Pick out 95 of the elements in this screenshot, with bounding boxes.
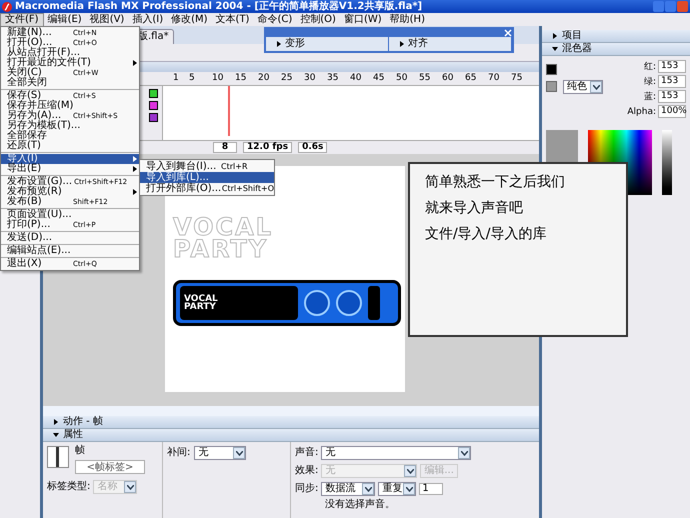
brightness-bar[interactable]: [662, 130, 672, 195]
frame-number: 55: [419, 74, 432, 83]
panel-header[interactable]: 属性: [43, 429, 539, 442]
menu-item[interactable]: 导入(I): [1, 154, 139, 164]
tween-label: 补间:: [167, 446, 190, 460]
channel-label: 红:: [644, 62, 656, 72]
frame-number: 40: [350, 74, 362, 83]
menu-title[interactable]: 窗口(W): [340, 14, 386, 26]
window-title: Macromedia Flash MX Professional 2004 - [正午的简单播放器V1.2共享版.fla*]: [15, 2, 422, 12]
menu-item[interactable]: 导入到库(L)...: [140, 172, 274, 183]
panel-header[interactable]: 对齐: [389, 37, 512, 51]
menu-item[interactable]: 发送(D)...: [1, 233, 139, 243]
sync-label: 同步:: [295, 484, 318, 494]
dropdown[interactable]: 无: [321, 446, 472, 460]
menu-title[interactable]: 编辑(E): [44, 14, 86, 26]
frame-number: 15: [235, 74, 248, 83]
menu-item[interactable]: 编辑站点(E)...: [1, 246, 139, 256]
horizontal-scrollbar[interactable]: [43, 406, 539, 416]
frame-number: 45: [373, 74, 386, 83]
fill-color-swatch[interactable]: [546, 81, 557, 92]
frame-icon: [47, 446, 69, 468]
menu-title[interactable]: 命令(C): [253, 14, 296, 26]
menu-title[interactable]: 修改(M): [167, 14, 212, 26]
menu-item[interactable]: 打开最近的文件(T): [1, 58, 139, 68]
close-icon[interactable]: [504, 29, 512, 37]
app-logo-icon: [2, 2, 12, 12]
dropdown[interactable]: 重复: [378, 482, 416, 496]
collapsed-triangle-icon: [53, 419, 59, 425]
frame-number: 65: [465, 74, 478, 83]
logo-text-drawing: VOCAL PARTY: [173, 216, 274, 260]
frame-number: 70: [488, 74, 500, 83]
menu-item[interactable]: 全部关闭: [1, 78, 139, 88]
repeat-count-field[interactable]: 1: [419, 483, 444, 495]
frame-number: 30: [304, 74, 316, 83]
menu-title[interactable]: 文本(T): [212, 14, 254, 26]
callout-text: 文件/导入/导入的库: [425, 226, 548, 242]
channel-value-field[interactable]: 100%: [658, 105, 686, 118]
label-type-label: 标签类型:: [47, 482, 90, 492]
frame-name-field[interactable]: <帧标签>: [75, 460, 145, 474]
frame-number: 75: [511, 74, 524, 83]
frame-label: 帧: [75, 446, 86, 456]
callout-text: 就来导入声音吧: [425, 200, 524, 216]
channel-label: Alpha:: [627, 106, 656, 116]
frame-number: 25: [281, 74, 294, 83]
panel-header[interactable]: 混色器: [542, 43, 690, 56]
channel-label: 绿:: [644, 76, 656, 86]
panel-header[interactable]: 项目: [542, 30, 690, 43]
frame-rate: 12.0 fps: [243, 142, 292, 153]
menu-title[interactable]: 控制(O): [296, 14, 340, 26]
frame-number: 50: [396, 74, 408, 83]
menu-title[interactable]: 视图(V): [86, 14, 128, 26]
frame-number: 60: [442, 74, 454, 83]
menu-title[interactable]: 帮助(H): [386, 14, 429, 26]
layer-outline-swatch[interactable]: [149, 101, 158, 110]
dropdown[interactable]: 无: [194, 446, 246, 460]
dropdown[interactable]: 纯色: [563, 80, 603, 94]
player-drawing: VOCAL PARTY: [173, 280, 401, 326]
frame-number: 10: [212, 74, 224, 83]
menu-item[interactable]: 另存为模板(T)...: [1, 121, 139, 131]
collapsed-triangle-icon: [399, 41, 405, 47]
current-frame: 8: [213, 142, 237, 153]
dropdown[interactable]: 数据流: [321, 482, 376, 496]
effect-label: 效果:: [295, 466, 318, 476]
menu-item[interactable]: 从站点打开(F)...: [1, 48, 139, 58]
menu-item[interactable]: 保存并压缩(M): [1, 101, 139, 111]
menu-item[interactable]: 页面设置(U)...: [1, 210, 139, 220]
menu-item[interactable]: 发布预览(R): [1, 187, 139, 197]
frame-number: 20: [258, 74, 270, 83]
panel-header[interactable]: 变形: [266, 37, 389, 51]
expanded-triangle-icon: [552, 46, 558, 52]
menu-item[interactable]: 导入到舞台(I)... Ctrl+R: [140, 161, 274, 172]
channel-label: 蓝:: [644, 92, 656, 102]
expanded-triangle-icon: [53, 432, 59, 438]
collapsed-triangle-icon: [276, 41, 282, 47]
menu-item[interactable]: 还原(T): [1, 141, 139, 151]
channel-value-field[interactable]: 153: [658, 60, 686, 73]
callout-text: 简单熟悉一下之后我们: [425, 174, 566, 190]
channel-value-field[interactable]: 153: [658, 90, 686, 103]
collapsed-triangle-icon: [552, 33, 558, 39]
frame-number: 1: [173, 74, 180, 83]
menu-title[interactable]: 插入(I): [128, 14, 168, 26]
sound-label: 声音:: [295, 448, 318, 458]
stroke-color-swatch[interactable]: [546, 64, 557, 75]
frame-number: 5: [189, 74, 196, 83]
menu-item[interactable]: 导出(E): [1, 164, 139, 174]
status-text: 没有选择声音。: [324, 500, 396, 510]
layer-outline-swatch[interactable]: [149, 113, 158, 122]
channel-value-field[interactable]: 153: [658, 75, 686, 88]
menu-item[interactable]: 打开外部库(O)...Ctrl+Shift+O: [140, 183, 274, 194]
layer-outline-swatch[interactable]: [149, 89, 158, 98]
panel-header[interactable]: 动作 - 帧: [43, 416, 539, 429]
menu-title[interactable]: 文件(F): [0, 12, 44, 26]
frame-number: 35: [327, 74, 340, 83]
elapsed-time: 0.6s: [298, 142, 328, 153]
menu-item[interactable]: 全部保存: [1, 131, 139, 141]
